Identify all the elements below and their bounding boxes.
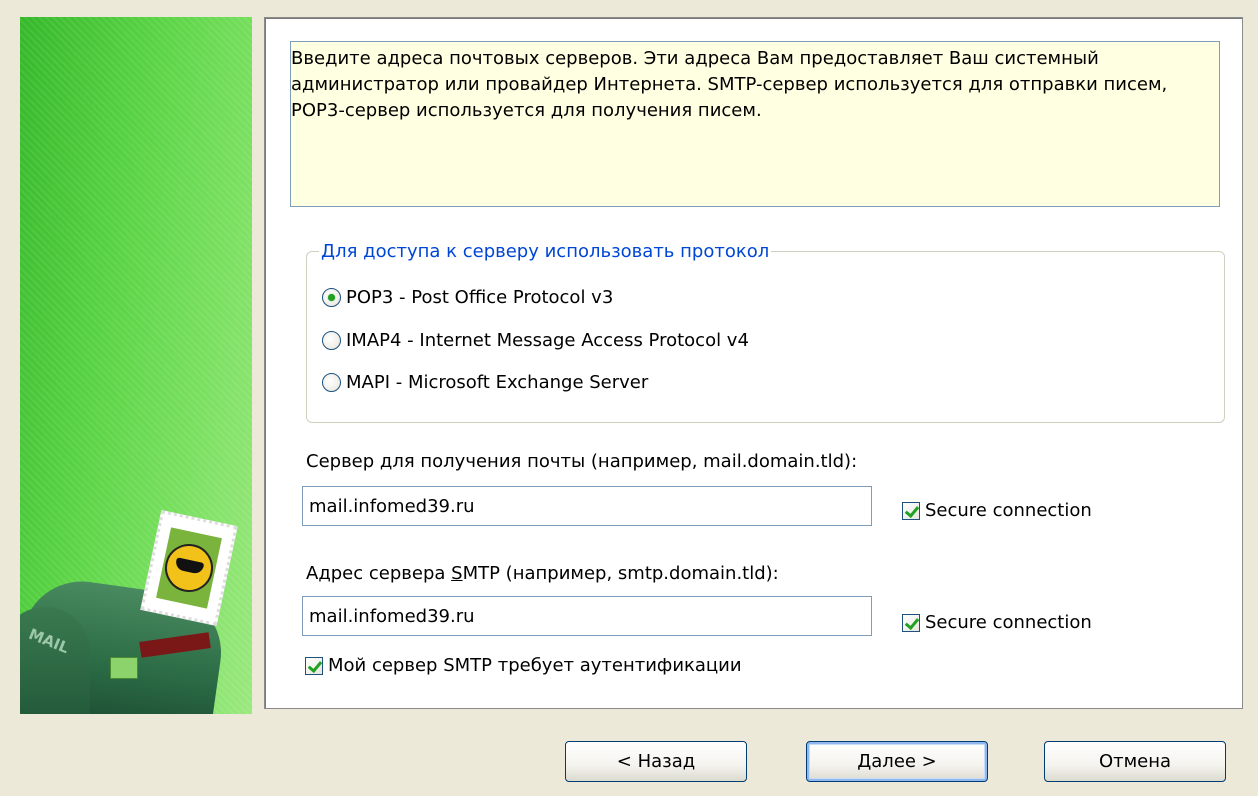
wizard-side-image: MAIL bbox=[20, 17, 252, 714]
checkbox-box[interactable] bbox=[902, 501, 920, 520]
radio-mapi[interactable]: MAPI - Microsoft Exchange Server bbox=[322, 372, 648, 393]
radio-label-pop3: POP3 - Post Office Protocol v3 bbox=[346, 287, 614, 308]
protocol-group-title: Для доступа к серверу использовать прото… bbox=[319, 241, 772, 262]
mailbox-latch-icon bbox=[110, 657, 138, 679]
radio-label-imap4: IMAP4 - Internet Message Access Protocol… bbox=[346, 330, 749, 351]
stamp-inner bbox=[156, 527, 222, 609]
bat-logo-icon bbox=[160, 539, 218, 597]
radio-pop3[interactable]: POP3 - Post Office Protocol v3 bbox=[322, 287, 613, 308]
incoming-secure-label: Secure connection bbox=[925, 500, 1092, 521]
mailbox-front bbox=[20, 607, 90, 714]
smtp-secure-label: Secure connection bbox=[925, 612, 1092, 633]
cancel-button[interactable]: Отмена bbox=[1044, 741, 1226, 782]
info-box: Введите адреса почтовых серверов. Эти ад… bbox=[290, 41, 1220, 207]
smtp-server-label: Адрес сервера SMTP (например, smtp.domai… bbox=[306, 563, 779, 584]
next-button[interactable]: Далее > bbox=[806, 741, 988, 782]
incoming-server-input[interactable] bbox=[302, 486, 872, 526]
radio-button[interactable] bbox=[322, 373, 341, 392]
smtp-auth-label: Мой сервер SMTP требует аутентификации bbox=[328, 655, 742, 676]
back-button[interactable]: < Назад bbox=[565, 741, 747, 782]
incoming-server-label: Сервер для получения почты (например, ma… bbox=[306, 451, 858, 472]
radio-button[interactable] bbox=[322, 288, 341, 307]
radio-button[interactable] bbox=[322, 331, 341, 350]
incoming-secure-checkbox[interactable]: Secure connection bbox=[902, 500, 1092, 521]
smtp-secure-checkbox[interactable]: Secure connection bbox=[902, 612, 1092, 633]
radio-imap4[interactable]: IMAP4 - Internet Message Access Protocol… bbox=[322, 330, 749, 351]
smtp-auth-checkbox[interactable]: Мой сервер SMTP требует аутентификации bbox=[305, 655, 742, 676]
checkbox-box[interactable] bbox=[902, 613, 920, 632]
smtp-server-input[interactable] bbox=[302, 596, 872, 636]
radio-label-mapi: MAPI - Microsoft Exchange Server bbox=[346, 372, 649, 393]
checkbox-box[interactable] bbox=[305, 656, 323, 675]
